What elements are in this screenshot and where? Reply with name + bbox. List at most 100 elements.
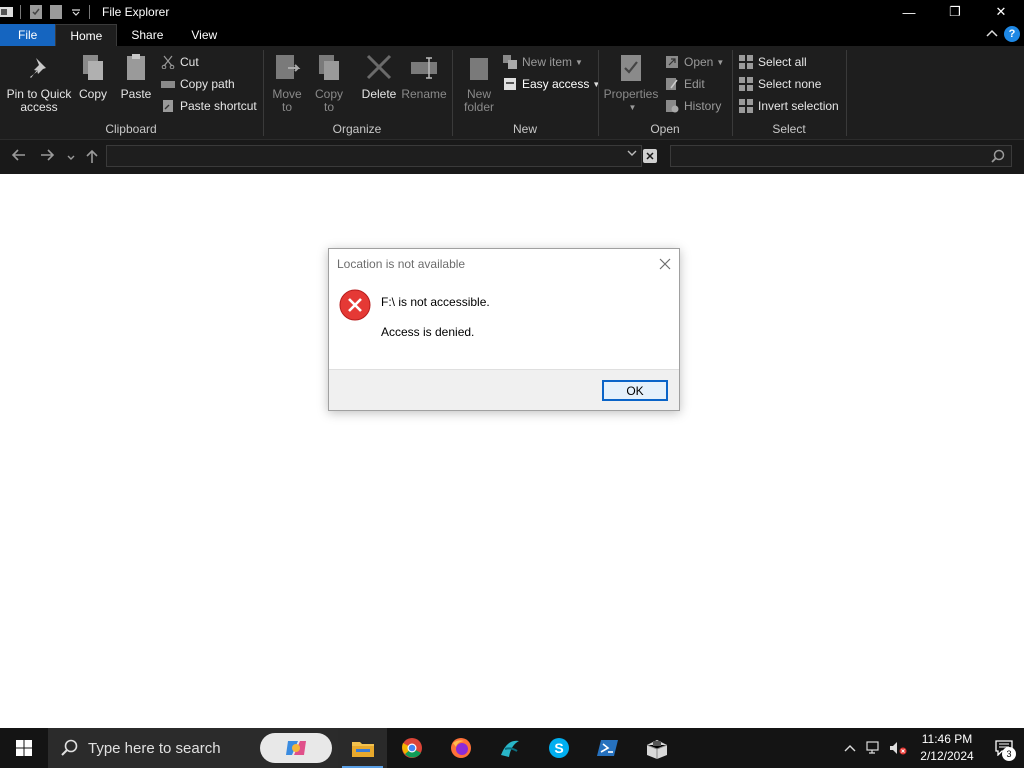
help-icon[interactable]: ? [1004,26,1020,42]
back-arrow-icon[interactable] [10,148,26,167]
paste-shortcut-button[interactable]: Paste shortcut [161,97,257,115]
select-all-icon [739,55,753,69]
move-to-button[interactable]: Move to [270,52,304,114]
rename-icon [411,57,437,79]
group-separator [846,50,847,136]
title-bar: File Explorer — ❐ ✕ [0,0,1024,24]
taskbar-skype[interactable]: S [534,728,583,768]
forward-arrow-icon[interactable] [40,148,56,167]
customize-qat-icon[interactable] [69,5,83,19]
copilot-icon [286,741,306,755]
open-group-label: Open [650,122,680,136]
history-label: History [684,99,722,113]
copy-button[interactable]: Copy [76,52,110,101]
notification-count-badge: 3 [1002,747,1016,761]
history-button[interactable]: History [665,97,721,115]
volume-muted-icon[interactable] [886,728,910,768]
properties-button[interactable]: Properties ▼ [603,52,659,114]
invert-selection-button[interactable]: Invert selection [739,97,839,115]
edit-button[interactable]: Edit [665,75,705,93]
notification-center-button[interactable]: 3 [984,728,1024,768]
clock-date: 2/12/2024 [920,749,974,763]
close-button[interactable]: ✕ [978,0,1024,24]
move-to-icon [276,55,301,79]
start-button[interactable] [0,728,48,768]
up-arrow-icon[interactable] [85,148,99,169]
easy-access-label: Easy access [522,77,590,91]
taskbar-app-box[interactable] [632,728,681,768]
new-item-icon [503,55,517,69]
window-controls: — ❐ ✕ [886,0,1024,24]
tab-home[interactable]: Home [55,24,118,46]
chrome-icon [401,738,422,758]
new-item-label: New item [522,55,573,69]
dialog-close-icon[interactable] [659,254,671,275]
paste-button[interactable]: Paste [118,52,154,101]
explorer-app-icon[interactable] [0,5,14,19]
paste-label: Paste [120,87,152,101]
pin-to-quick-access-button[interactable]: Pin to Quick access [6,52,72,114]
tab-view[interactable]: View [177,24,231,46]
collapse-ribbon-icon[interactable] [986,27,998,41]
select-all-button[interactable]: Select all [739,53,807,71]
quick-access-toolbar [0,0,98,24]
copy-icon [83,55,103,80]
new-folder-button[interactable]: New folder [461,52,497,114]
rename-button[interactable]: Rename [401,52,447,101]
copy-to-button[interactable]: Copy to [312,52,346,114]
restore-button[interactable]: ❐ [932,0,978,24]
copy-label: Copy [78,87,107,101]
select-all-label: Select all [758,55,807,69]
system-clock[interactable]: 11:46 PM 2/12/2024 [910,731,984,765]
new-item-button[interactable]: New item ▼ [503,53,583,71]
select-group-label: Select [772,122,806,136]
qat-separator [89,5,90,19]
properties-icon[interactable] [29,5,43,19]
tab-file[interactable]: File [0,24,56,46]
copy-to-label-line2: to [323,100,334,114]
taskbar-file-explorer[interactable] [338,728,387,768]
scissors-icon [161,55,175,69]
address-input[interactable] [106,145,642,167]
error-dialog: Location is not available F:\ is not acc… [328,248,680,411]
easy-access-button[interactable]: Easy access ▼ [503,75,600,93]
taskbar-chrome[interactable] [387,728,436,768]
address-dropdown-icon[interactable] [627,148,637,161]
minimize-button[interactable]: — [886,0,932,24]
delete-button[interactable]: Delete [360,52,398,101]
window-title: File Explorer [102,5,170,19]
select-group: Select all Select none Invert selection … [733,46,845,140]
taskbar-search-placeholder: Type here to search [88,739,221,757]
taskbar-powershell[interactable] [583,728,632,768]
windows-logo-icon [16,740,32,756]
select-none-button[interactable]: Select none [739,75,821,93]
tab-share[interactable]: Share [117,24,177,46]
new-folder-label-line2: folder [463,100,495,114]
new-folder-icon[interactable] [49,5,63,19]
ok-button[interactable]: OK [602,380,668,401]
copilot-button[interactable] [260,733,332,763]
taskbar-app-teal[interactable] [485,728,534,768]
taskbar-firefox[interactable] [436,728,485,768]
copy-to-icon [319,55,339,80]
recent-locations-chevron-icon[interactable] [66,150,76,168]
pin-icon [30,58,46,78]
show-hidden-icons-chevron-icon[interactable] [838,728,862,768]
new-item-dropdown-icon: ▼ [575,57,583,67]
network-icon[interactable] [862,728,886,768]
open-button[interactable]: Open ▼ [665,53,724,71]
search-icon[interactable] [991,149,1005,166]
paste-icon [127,54,145,80]
folder-icon [351,742,374,757]
new-folder-icon [470,58,488,80]
taskbar-search-box[interactable]: Type here to search [48,728,338,768]
edit-label: Edit [684,77,705,91]
copy-path-button[interactable]: Copy path [161,75,235,93]
search-input[interactable] [670,145,1012,167]
clock-time: 11:46 PM [921,732,973,746]
firefox-icon [450,738,471,758]
clear-address-icon[interactable]: ✕ [643,149,657,163]
copy-path-label: Copy path [180,77,235,91]
cut-button[interactable]: Cut [161,53,199,71]
easy-access-icon [504,78,516,90]
